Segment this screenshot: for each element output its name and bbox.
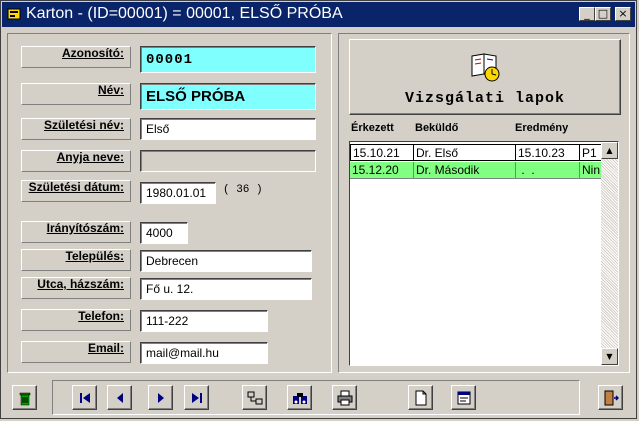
vizsgalati-lapok-label: Vizsgálati lapok [404, 90, 566, 107]
telefon-field[interactable]: 111-222 [140, 310, 268, 332]
utca-label: Utca, házszám: [21, 277, 131, 299]
delete-button[interactable] [12, 385, 37, 410]
next-record-button[interactable] [148, 385, 173, 410]
karton-window: Karton - (ID=00001) = 00001, ELSŐ PRÓBA … [0, 0, 637, 419]
table-row[interactable]: 15.10.21 Dr. Első 15.10.23 P1 [350, 144, 602, 161]
nev-label: Név: [21, 83, 131, 105]
nev-field[interactable]: ELSŐ PRÓBA [140, 83, 316, 110]
last-record-icon [192, 393, 202, 403]
app-icon [7, 8, 21, 20]
azonosito-label: Azonosító: [21, 46, 131, 68]
print-button[interactable] [332, 385, 357, 410]
prev-record-icon [117, 393, 123, 403]
cell-erkezett[interactable]: 15.10.21 [350, 144, 414, 161]
szuletesi-nev-label: Születési név: [21, 118, 131, 140]
next-record-icon [158, 393, 164, 403]
vizsgalati-lapok-button[interactable]: Vizsgálati lapok [349, 39, 621, 115]
new-document-icon [415, 390, 427, 406]
telepules-label: Település: [21, 249, 131, 271]
cell-bekuldo[interactable]: Dr. Második [414, 162, 516, 179]
szuletesi-nev-field[interactable]: Első [140, 118, 316, 140]
table-row[interactable]: 15.12.20 Dr. Második . . Nin [350, 162, 602, 179]
first-record-icon [80, 393, 90, 403]
cell-erkezett[interactable]: 15.12.20 [350, 162, 414, 179]
prev-record-button[interactable] [107, 385, 132, 410]
col-erkezett[interactable]: Érkezett [351, 122, 394, 134]
iranyitoszam-field[interactable]: 4000 [140, 222, 188, 244]
scroll-up-button[interactable]: ▲ [601, 142, 618, 159]
anyja-neve-label: Anyja neve: [21, 150, 131, 172]
search-button[interactable] [287, 385, 312, 410]
col-bekuldo[interactable]: Beküldő [415, 122, 458, 134]
close-button[interactable]: × [615, 7, 631, 21]
minimize-button[interactable]: _ [579, 7, 595, 21]
anyja-neve-field[interactable] [140, 150, 316, 172]
email-field[interactable]: mail@mail.hu [140, 342, 268, 364]
cell-extra[interactable]: P1 [580, 144, 602, 161]
cell-extra[interactable]: Nin [580, 162, 602, 179]
binoculars-icon [293, 393, 307, 404]
maximize-button[interactable]: □ [595, 7, 611, 21]
filter-icon [247, 391, 263, 405]
trash-icon [19, 392, 31, 406]
utca-field[interactable]: Fő u. 12. [140, 278, 312, 300]
book-clock-icon [471, 53, 500, 82]
cell-eredmeny[interactable]: 15.10.23 [516, 144, 580, 161]
edit-document-icon [457, 391, 471, 405]
exit-door-icon [604, 390, 619, 406]
email-label: Email: [21, 341, 131, 363]
filter-button[interactable] [242, 385, 267, 410]
new-document-button[interactable] [408, 385, 433, 410]
title-bar[interactable]: Karton - (ID=00001) = 00001, ELSŐ PRÓBA … [2, 2, 635, 27]
telepules-field[interactable]: Debrecen [140, 250, 312, 272]
edit-document-button[interactable] [451, 385, 476, 410]
last-record-button[interactable] [184, 385, 209, 410]
cell-bekuldo[interactable]: Dr. Első [414, 144, 516, 161]
vertical-scrollbar[interactable]: ▲ ▼ [601, 142, 618, 365]
telefon-label: Telefon: [21, 309, 131, 331]
szuletesi-datum-label: Születési dátum: [21, 180, 131, 202]
cell-eredmeny[interactable]: . . [516, 162, 580, 179]
first-record-button[interactable] [72, 385, 97, 410]
scroll-down-button[interactable]: ▼ [601, 348, 618, 365]
exit-button[interactable] [598, 385, 623, 410]
exam-grid[interactable]: 15.10.21 Dr. Első 15.10.23 P1 15.12.20 D… [349, 141, 619, 366]
azonosito-field[interactable]: 00001 [140, 46, 316, 73]
age-display: ( 36 ) [223, 184, 263, 196]
col-eredmeny[interactable]: Eredmény [515, 122, 568, 134]
printer-icon [337, 390, 353, 406]
window-title: Karton - (ID=00001) = 00001, ELSŐ PRÓBA [26, 5, 343, 22]
szuletesi-datum-field[interactable]: 1980.01.01 [140, 182, 216, 204]
iranyitoszam-label: Irányítószám: [21, 221, 131, 243]
